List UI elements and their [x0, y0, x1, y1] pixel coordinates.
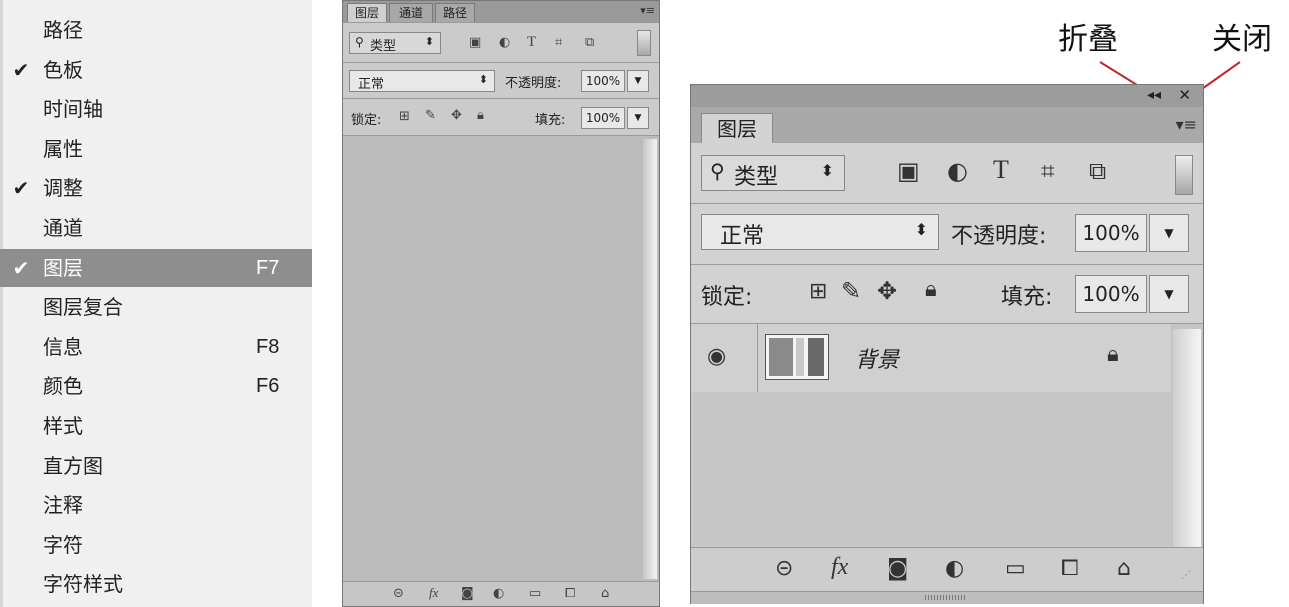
updown-icon: ⬍ — [914, 220, 928, 239]
adjustment-filter-icon[interactable]: ◐ — [947, 157, 968, 185]
lock-brush-icon[interactable]: ✎ — [841, 277, 861, 305]
search-icon: ⚲ — [710, 159, 725, 183]
fill-input[interactable]: 100% — [1075, 275, 1147, 313]
lock-move-icon[interactable]: ✥ — [877, 277, 897, 305]
fill-dropdown-button[interactable]: ▼ — [1149, 275, 1189, 313]
lock-row: 锁定: ⊞ ✎ ✥ 🔒︎ 填充: 100% ▼ — [691, 265, 1203, 324]
opacity-label: 不透明度: — [951, 224, 1047, 249]
tab-layers[interactable]: 图层 — [701, 113, 773, 144]
collapse-icon[interactable]: ◂◂ — [1147, 87, 1161, 103]
layers-panel-large: ◂◂ ✕ 图层 ▾≡ ⚲ 类型 ⬍ ▣ ◐ T ⌗ ⧉ 正常 ⬍ 不透明度: 1… — [690, 84, 1204, 604]
blend-mode-value: 正常 — [720, 224, 765, 249]
layers-list-empty — [691, 392, 1171, 547]
mask-icon[interactable]: ◙ — [887, 556, 908, 581]
fx-icon[interactable]: fx — [831, 554, 848, 581]
close-icon[interactable]: ✕ — [1178, 86, 1191, 104]
lock-label: 锁定: — [701, 285, 753, 310]
shape-filter-icon[interactable]: ⌗ — [1041, 157, 1055, 185]
layer-thumbnail — [765, 334, 829, 380]
panel-footer: ⊝ fx ◙ ◐ ▭ ⧠ ⌂ ⋰ — [691, 547, 1203, 592]
trash-icon[interactable]: ⌂ — [1117, 556, 1131, 581]
filter-kind-label: 类型 — [734, 165, 779, 190]
panel-bottom-grip[interactable] — [691, 591, 1203, 604]
layer-name[interactable]: 背景 — [855, 342, 899, 374]
type-filter-icon[interactable]: T — [993, 155, 1009, 185]
divider — [757, 324, 758, 392]
layer-row-background[interactable]: ◉ 背景 🔒︎ — [691, 324, 1171, 393]
lock-transparent-icon[interactable]: ⊞ — [809, 279, 827, 304]
updown-icon: ⬍ — [820, 161, 834, 180]
folder-icon[interactable]: ▭ — [1005, 556, 1026, 581]
new-layer-icon[interactable]: ⧠ — [1061, 556, 1079, 581]
link-icon[interactable]: ⊝ — [775, 556, 793, 581]
filter-toggle[interactable] — [1175, 155, 1193, 195]
scrollbar[interactable] — [1173, 329, 1201, 547]
filter-row: ⚲ 类型 ⬍ ▣ ◐ T ⌗ ⧉ — [691, 143, 1203, 204]
lock-icon[interactable]: 🔒︎ — [925, 277, 937, 302]
smart-object-filter-icon[interactable]: ⧉ — [1089, 157, 1106, 185]
resize-grip-icon[interactable]: ⋰ — [1181, 570, 1191, 581]
filter-kind-select[interactable]: ⚲ 类型 ⬍ — [701, 155, 845, 191]
opacity-dropdown-button[interactable]: ▼ — [1149, 214, 1189, 252]
panel-title-bar[interactable]: ◂◂ ✕ — [691, 85, 1203, 107]
blend-row: 正常 ⬍ 不透明度: 100% ▼ — [691, 204, 1203, 265]
blend-mode-select[interactable]: 正常 ⬍ — [701, 214, 939, 250]
fill-label: 填充: — [1001, 285, 1053, 310]
panel-tab-bar: 图层 ▾≡ — [691, 107, 1203, 144]
image-filter-icon[interactable]: ▣ — [897, 157, 920, 185]
adjustment-layer-icon[interactable]: ◐ — [945, 556, 964, 581]
eye-icon[interactable]: ◉ — [707, 344, 726, 369]
lock-icon: 🔒︎ — [1107, 342, 1119, 367]
panel-menu-icon[interactable]: ▾≡ — [1176, 115, 1197, 134]
opacity-input[interactable]: 100% — [1075, 214, 1147, 252]
